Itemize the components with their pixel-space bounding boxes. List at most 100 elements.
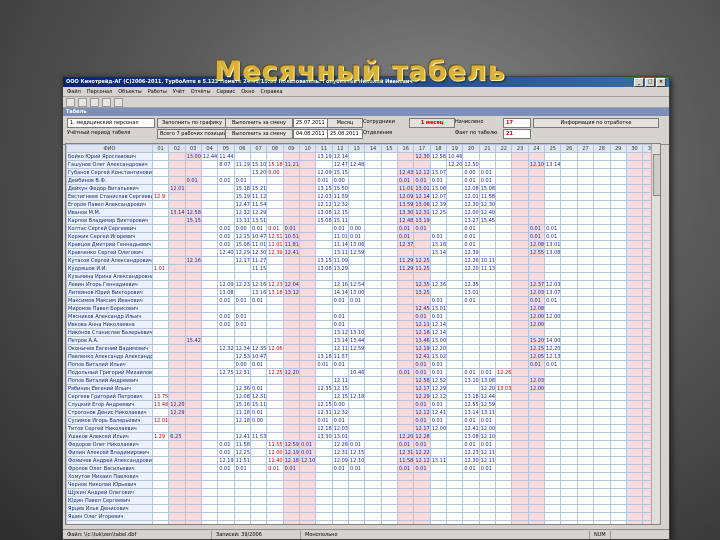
day-cell[interactable] [413, 472, 431, 481]
day-cell[interactable] [544, 504, 562, 513]
day-cell[interactable]: 0.01 [397, 368, 415, 377]
table-row[interactable]: Дейбинов В.Ф. 0.01 0.01 0.01 0.01 0.00 0.01 0.0… [66, 176, 660, 185]
day-cell[interactable]: 0.01 [217, 312, 235, 321]
day-cell[interactable] [397, 408, 415, 417]
info-button[interactable]: Информация по отработке [533, 118, 659, 128]
day-cell[interactable]: 13.00 [184, 152, 202, 161]
column-header[interactable]: 07 [249, 144, 268, 153]
day-cell[interactable]: 0.01 [217, 240, 235, 249]
day-cell[interactable] [364, 368, 382, 377]
day-cell[interactable] [593, 336, 611, 345]
day-cell[interactable] [364, 416, 382, 425]
day-cell[interactable] [625, 456, 644, 465]
day-cell[interactable] [184, 456, 202, 465]
employee-name[interactable]: Мясников Александр Ильич [66, 312, 153, 321]
day-cell[interactable] [249, 456, 268, 465]
day-cell[interactable] [495, 272, 513, 281]
day-cell[interactable] [527, 368, 546, 377]
column-header[interactable]: 20 [462, 144, 480, 153]
day-cell[interactable]: 0.01 [217, 448, 235, 457]
day-cell[interactable] [151, 344, 170, 353]
day-cell[interactable] [331, 304, 350, 313]
day-cell[interactable] [282, 376, 300, 385]
day-cell[interactable] [282, 408, 300, 417]
day-cell[interactable] [544, 416, 562, 425]
day-cell[interactable] [593, 360, 611, 369]
day-cell[interactable] [609, 400, 627, 409]
day-cell[interactable]: 12.39 [429, 200, 448, 209]
day-cell[interactable] [429, 448, 448, 457]
day-cell[interactable]: 0.01 [413, 464, 431, 473]
day-cell[interactable] [184, 464, 202, 473]
day-cell[interactable] [315, 304, 333, 313]
day-cell[interactable]: 12.12 [429, 392, 448, 401]
day-cell[interactable] [397, 416, 415, 425]
day-cell[interactable] [364, 168, 382, 177]
day-cell[interactable] [495, 240, 513, 249]
day-cell[interactable] [315, 320, 333, 329]
day-cell[interactable] [151, 304, 170, 313]
day-cell[interactable] [200, 192, 219, 201]
day-cell[interactable] [282, 472, 300, 481]
day-cell[interactable] [249, 496, 268, 505]
day-cell[interactable]: 0.00 [233, 360, 251, 369]
day-cell[interactable] [609, 376, 627, 385]
column-header[interactable]: 03 [184, 144, 202, 153]
day-cell[interactable]: 10.46 [347, 368, 366, 377]
day-cell[interactable]: 12.09 [315, 168, 333, 177]
day-cell[interactable]: 11.01 [331, 232, 350, 241]
day-cell[interactable]: 15.18 [233, 184, 251, 193]
day-cell[interactable] [184, 312, 202, 321]
day-cell[interactable]: 13.08 [478, 376, 497, 385]
day-cell[interactable] [429, 432, 448, 441]
day-cell[interactable] [249, 440, 268, 449]
day-cell[interactable]: 11.58 [478, 192, 497, 201]
day-cell[interactable] [544, 472, 562, 481]
menu-item-3[interactable]: Работы [148, 89, 167, 95]
table-row[interactable]: Подольный Григорий Михайлович 12.75 12.31 1… [66, 368, 660, 377]
day-cell[interactable]: 12.10 [347, 456, 366, 465]
day-cell[interactable] [397, 280, 415, 289]
day-cell[interactable] [446, 400, 464, 409]
day-cell[interactable] [364, 512, 382, 521]
day-cell[interactable] [282, 312, 300, 321]
day-cell[interactable] [462, 344, 480, 353]
day-cell[interactable] [364, 208, 382, 217]
day-cell[interactable] [462, 320, 480, 329]
day-cell[interactable]: 12.54 [347, 280, 366, 289]
table-row[interactable] [66, 520, 660, 524]
day-cell[interactable] [560, 440, 578, 449]
day-cell[interactable]: 12.08 [527, 304, 546, 313]
day-cell[interactable] [364, 152, 382, 161]
day-cell[interactable] [364, 304, 382, 313]
day-cell[interactable] [266, 480, 284, 489]
day-cell[interactable] [446, 224, 464, 233]
day-cell[interactable] [593, 488, 611, 497]
day-cell[interactable]: 12.12 [413, 408, 431, 417]
day-cell[interactable]: 11.01 [397, 184, 415, 193]
day-cell[interactable] [151, 160, 170, 169]
day-cell[interactable] [151, 152, 170, 161]
day-cell[interactable] [200, 400, 219, 409]
day-cell[interactable] [151, 472, 170, 481]
day-cell[interactable] [347, 192, 366, 201]
day-cell[interactable]: 12.35 [249, 344, 268, 353]
day-cell[interactable] [200, 520, 219, 524]
day-cell[interactable]: 11.58 [233, 440, 251, 449]
day-cell[interactable] [200, 288, 219, 297]
day-cell[interactable] [233, 264, 251, 273]
day-cell[interactable] [282, 336, 300, 345]
day-cell[interactable]: 0.01 [527, 296, 546, 305]
day-cell[interactable] [184, 272, 202, 281]
day-cell[interactable] [576, 288, 595, 297]
table-row[interactable]: Слуцкий Егор Андреевич 13.48 12.20 15.16 15.… [66, 400, 660, 409]
day-cell[interactable] [380, 160, 399, 169]
day-cell[interactable] [397, 376, 415, 385]
day-cell[interactable] [593, 328, 611, 337]
day-cell[interactable] [593, 456, 611, 465]
day-cell[interactable] [233, 472, 251, 481]
day-cell[interactable] [266, 192, 284, 201]
day-cell[interactable] [168, 480, 186, 489]
day-cell[interactable] [347, 512, 366, 521]
day-cell[interactable] [576, 240, 595, 249]
